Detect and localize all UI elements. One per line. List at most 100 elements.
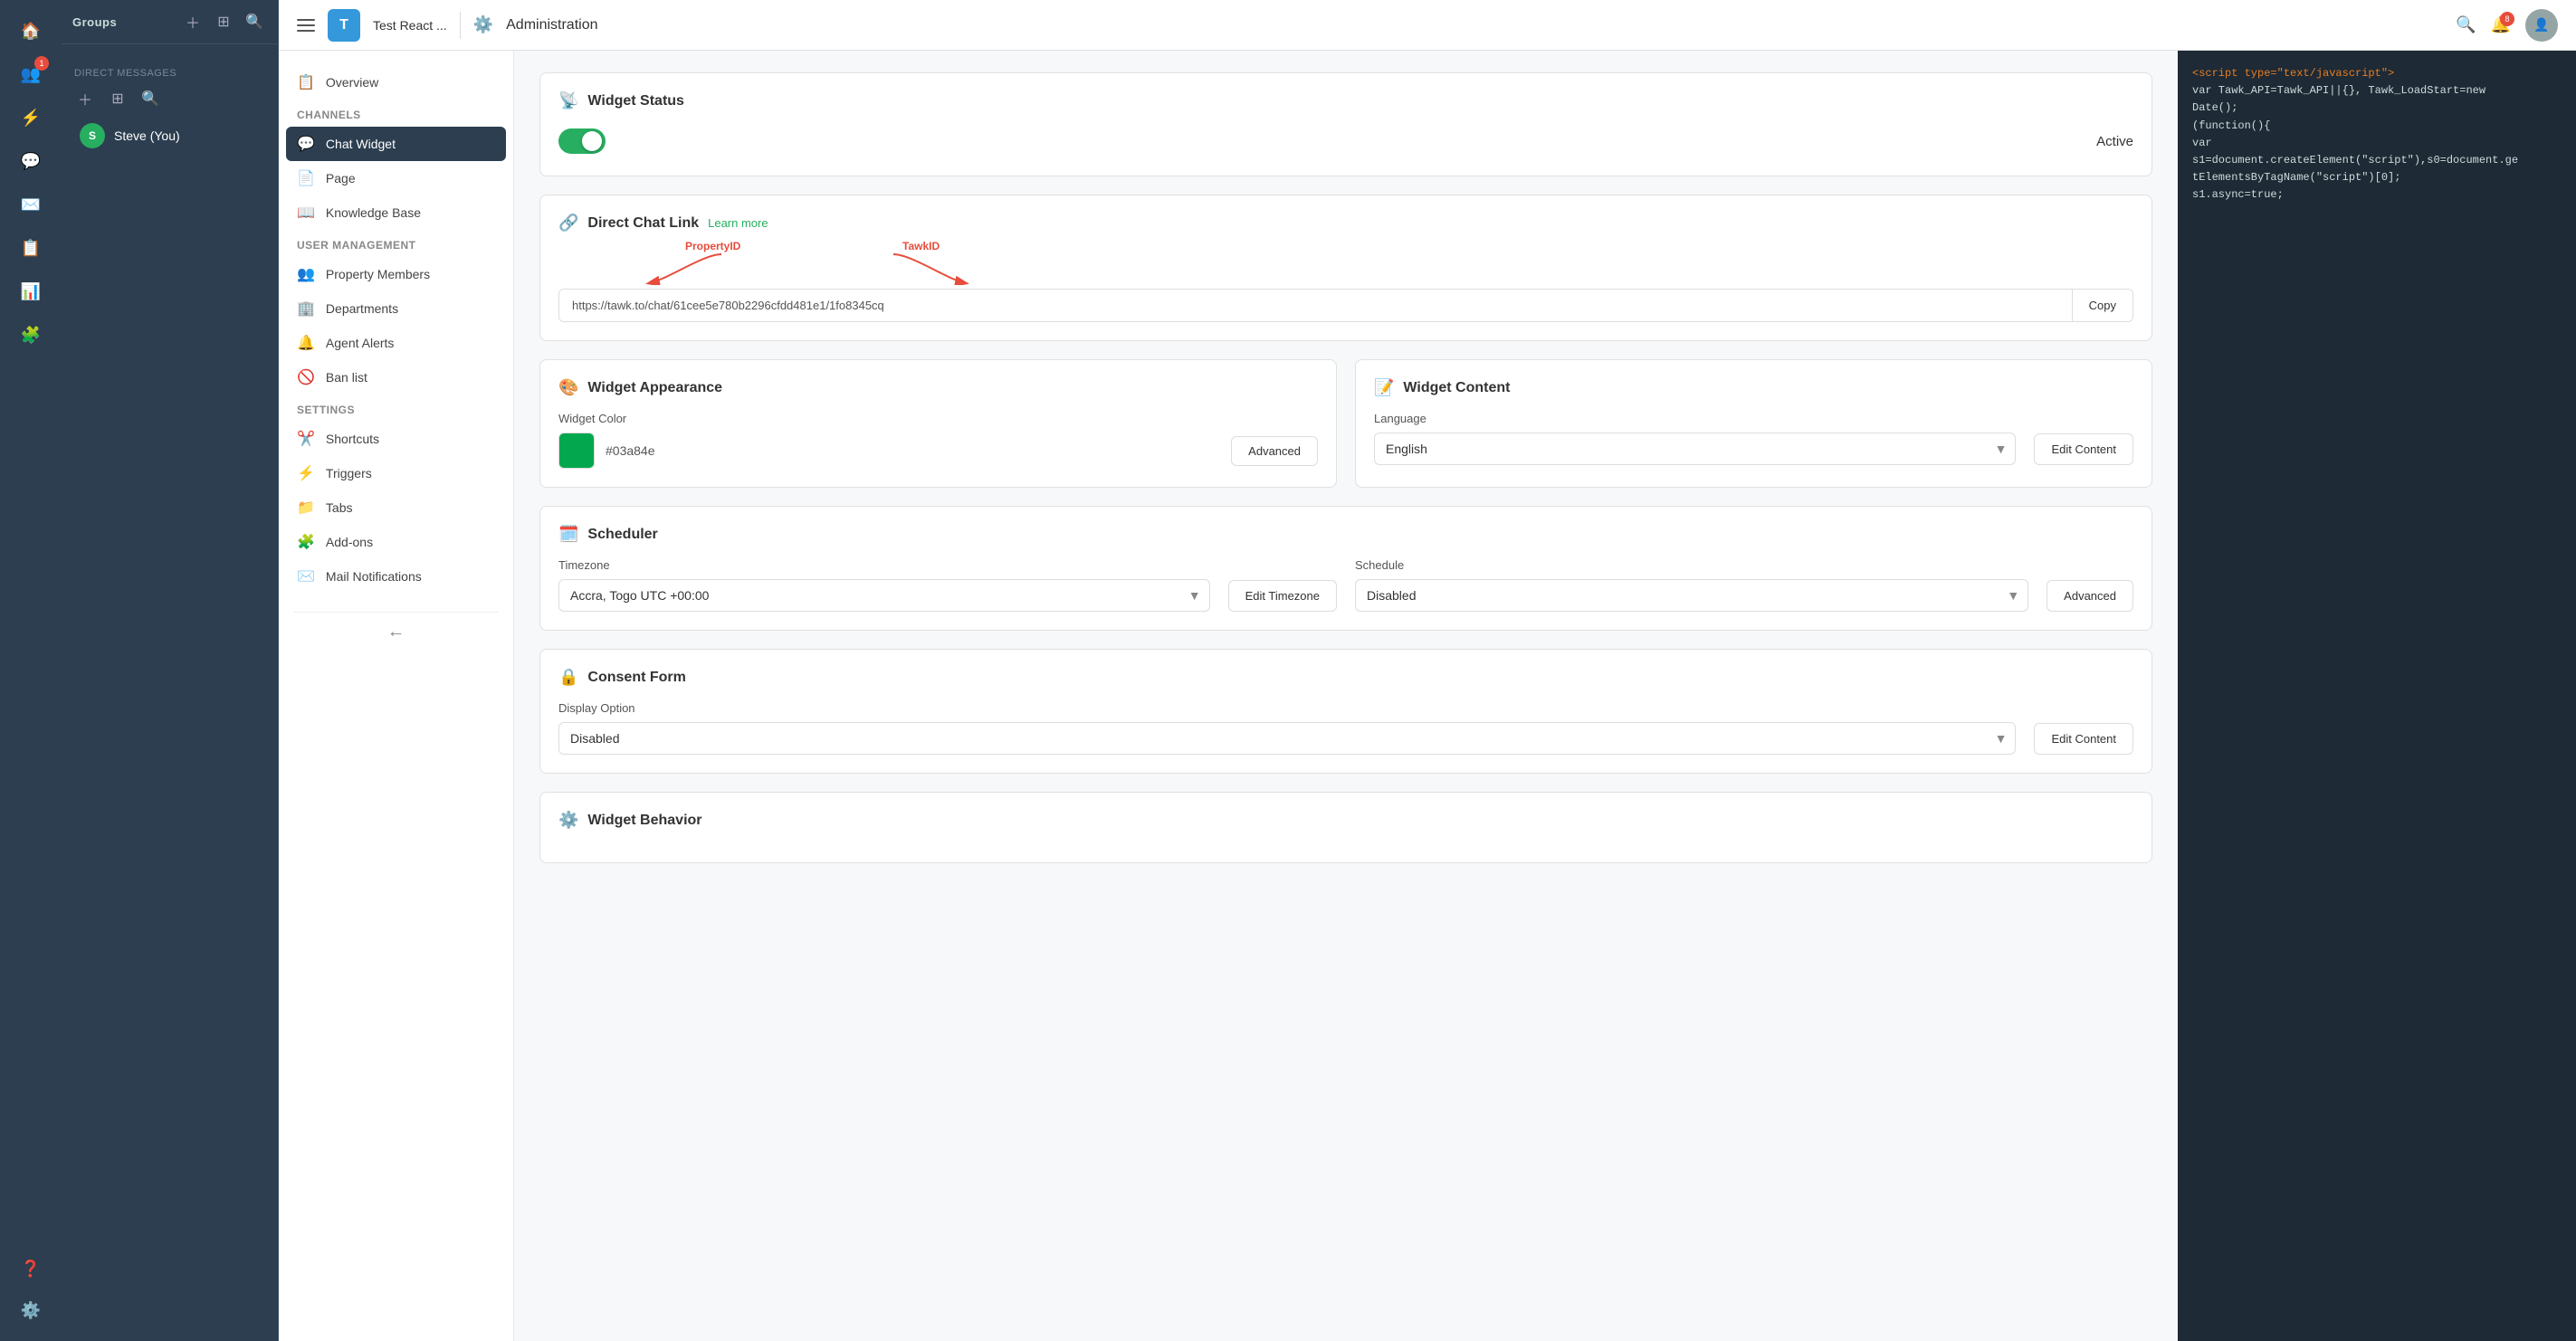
nav-item-knowledge-base[interactable]: 📖 Knowledge Base [279, 195, 513, 230]
filter-icon[interactable]: ⚡ [11, 98, 51, 138]
code-line-2: var Tawk_API=Tawk_API||{}, Tawk_LoadStar… [2192, 82, 2562, 100]
color-hex-text: #03a84e [606, 443, 655, 458]
home-icon[interactable]: 🏠 [11, 11, 51, 51]
chart-icon[interactable]: 📊 [11, 271, 51, 311]
appearance-icon: 🎨 [558, 378, 578, 397]
direct-chat-link-section: 🔗 Direct Chat Link Learn more PropertyID… [539, 195, 2152, 341]
user-avatar-header[interactable]: 👤 [2525, 9, 2558, 42]
nav-item-chat-widget[interactable]: 💬 Chat Widget [286, 127, 506, 161]
edit-timezone-button[interactable]: Edit Timezone [1228, 580, 1337, 612]
schedule-row: Disabled Enabled ▼ Advanced [1355, 579, 2133, 612]
chat-icon[interactable]: 💬 [11, 141, 51, 181]
notification-badge: 1 [34, 56, 49, 71]
nav-item-departments-label: Departments [326, 301, 398, 316]
add-group-icon[interactable]: ＋ [180, 9, 205, 34]
header-search-icon[interactable]: 🔍 [2456, 15, 2476, 34]
triggers-icon: ⚡ [297, 464, 315, 482]
edit-content-button[interactable]: Edit Content [2034, 433, 2133, 465]
content-layout: 📋 Overview Channels 💬 Chat Widget 📄 Page… [279, 51, 2576, 1341]
add-dm-icon[interactable]: ＋ [72, 86, 98, 111]
nav-item-tabs[interactable]: 📁 Tabs [279, 490, 513, 525]
dm-section-label: Direct Messages [62, 57, 278, 82]
main-content: 📡 Widget Status Active 🔗 Direct Chat Lin… [514, 51, 2178, 1341]
settings-icon[interactable]: ⚙️ [11, 1290, 51, 1330]
link-icon: 🔗 [558, 214, 578, 233]
search-group-icon[interactable]: 🔍 [242, 9, 267, 34]
property-members-icon: 👥 [297, 265, 315, 283]
language-select[interactable]: English French Spanish [1374, 433, 2016, 465]
help-icon[interactable]: ❓ [11, 1249, 51, 1289]
sidebar-second: Groups ＋ ⊞ 🔍 Direct Messages ＋ ⊞ 🔍 S Ste… [62, 0, 279, 1341]
display-option-select[interactable]: Disabled Enabled [558, 722, 2016, 755]
user-item-steve[interactable]: S Steve (You) [67, 116, 272, 156]
link-url-text: https://tawk.to/chat/61cee5e780b2296cfdd… [559, 290, 2072, 321]
notification-bell-wrapper[interactable]: 🔔 8 [2491, 15, 2511, 34]
copy-button[interactable]: Copy [2072, 290, 2132, 321]
schedule-col: Schedule Disabled Enabled ▼ Advanced [1355, 558, 2133, 612]
settings-section-title: Settings [279, 395, 513, 422]
timezone-select[interactable]: Accra, Togo UTC +00:00 [558, 579, 1210, 612]
link-row: https://tawk.to/chat/61cee5e780b2296cfdd… [558, 289, 2133, 322]
learn-more-link[interactable]: Learn more [708, 216, 768, 230]
annotation-area: PropertyID TawkID [558, 240, 2133, 285]
collapse-nav-icon[interactable]: ← [387, 622, 405, 642]
timezone-col: Timezone Accra, Togo UTC +00:00 ▼ Edit T… [558, 558, 1337, 612]
nav-item-overview[interactable]: 📋 Overview [279, 65, 513, 100]
nav-item-triggers[interactable]: ⚡ Triggers [279, 456, 513, 490]
group-actions-icon[interactable]: ⊞ [211, 9, 236, 34]
schedule-select[interactable]: Disabled Enabled [1355, 579, 2028, 612]
display-option-label: Display Option [558, 701, 2133, 715]
widget-content-section: 📝 Widget Content Language English French… [1355, 359, 2152, 488]
code-line-4: (function(){ [2192, 118, 2562, 135]
sidebar-top-bar: Groups ＋ ⊞ 🔍 [62, 0, 278, 44]
widget-toggle[interactable] [558, 128, 606, 154]
widget-color-advanced-button[interactable]: Advanced [1231, 436, 1318, 466]
code-panel: <script type="text/javascript"> var Tawk… [2178, 51, 2576, 1341]
puzzle-icon[interactable]: 🧩 [11, 315, 51, 355]
dm-grid-icon[interactable]: ⊞ [105, 86, 130, 111]
dm-search-icon[interactable]: 🔍 [138, 86, 163, 111]
nav-item-ban-list[interactable]: 🚫 Ban list [279, 360, 513, 395]
nav-item-agent-alerts[interactable]: 🔔 Agent Alerts [279, 326, 513, 360]
nav-item-page[interactable]: 📄 Page [279, 161, 513, 195]
nav-item-ban-list-label: Ban list [326, 370, 367, 385]
consent-edit-content-button[interactable]: Edit Content [2034, 723, 2133, 755]
nav-item-chat-widget-label: Chat Widget [326, 137, 396, 151]
nav-item-tabs-label: Tabs [326, 500, 353, 515]
nav-item-overview-label: Overview [326, 75, 378, 90]
consent-form-title: Consent Form [587, 670, 685, 686]
nav-item-mail-notifications-label: Mail Notifications [326, 569, 422, 584]
language-select-wrap: English French Spanish ▼ [1374, 433, 2016, 465]
property-id-label: PropertyID [685, 240, 740, 252]
widget-status-icon: 📡 [558, 91, 578, 110]
nav-item-shortcuts[interactable]: ✂️ Shortcuts [279, 422, 513, 456]
scheduler-icon: 🗓️ [558, 525, 578, 544]
mail-icon[interactable]: ✉️ [11, 185, 51, 224]
code-line-3: Date(); [2192, 100, 2562, 117]
code-line-1: <script type="text/javascript"> [2192, 65, 2562, 82]
menu-toggle[interactable] [297, 19, 315, 32]
code-line-5: var [2192, 135, 2562, 152]
knowledge-base-icon: 📖 [297, 204, 315, 222]
property-id-arrow [631, 252, 739, 285]
color-swatch[interactable] [558, 433, 595, 469]
nav-item-property-members[interactable]: 👥 Property Members [279, 257, 513, 291]
nav-item-departments[interactable]: 🏢 Departments [279, 291, 513, 326]
appearance-content-row: 🎨 Widget Appearance Widget Color #03a84e… [539, 359, 2152, 506]
nav-item-add-ons[interactable]: 🧩 Add-ons [279, 525, 513, 559]
status-text: Active [2096, 134, 2133, 149]
user-avatar: S [80, 123, 105, 148]
tawk-id-arrow [875, 252, 984, 285]
widget-color-label: Widget Color [558, 412, 1318, 425]
schedule-select-wrap: Disabled Enabled ▼ [1355, 579, 2028, 612]
groups-icon[interactable]: 👥 1 [11, 54, 51, 94]
widget-status-title: Widget Status [587, 93, 684, 109]
consent-form-section: 🔒 Consent Form Display Option Disabled E… [539, 649, 2152, 774]
grid-icon[interactable]: 📋 [11, 228, 51, 268]
nav-item-mail-notifications[interactable]: ✉️ Mail Notifications [279, 559, 513, 594]
schedule-advanced-button[interactable]: Advanced [2046, 580, 2133, 612]
widget-behavior-section: ⚙️ Widget Behavior [539, 792, 2152, 863]
agent-alerts-icon: 🔔 [297, 334, 315, 352]
language-row: English French Spanish ▼ Edit Content [1374, 433, 2133, 465]
language-label: Language [1374, 412, 2133, 425]
